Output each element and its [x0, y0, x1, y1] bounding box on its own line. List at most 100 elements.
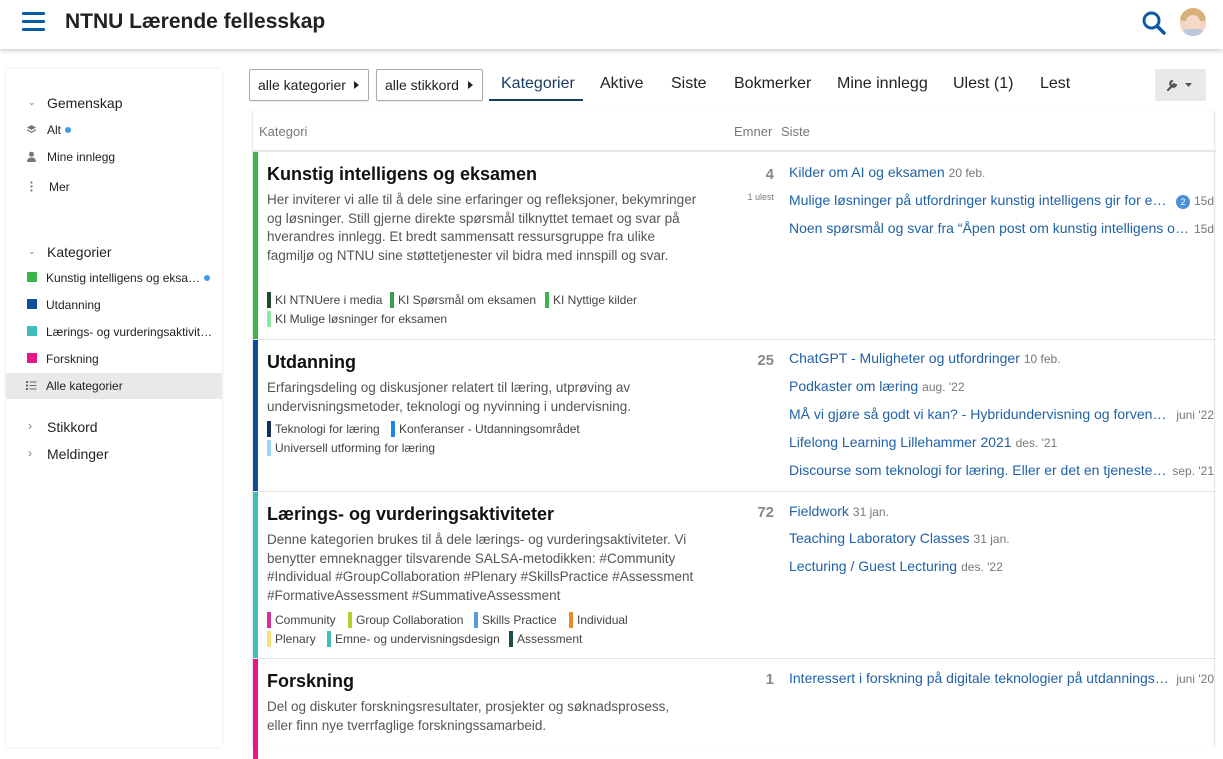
topic-count: 72 [757, 504, 774, 521]
tab-siste[interactable]: Siste [671, 75, 707, 93]
unread-count[interactable]: 1 ulest [747, 192, 774, 202]
subcategory-link[interactable]: KI Mulige løsninger for eksamen [267, 311, 447, 327]
category-title[interactable]: Utdanning [267, 352, 356, 373]
sidebar-section-meldinger[interactable]: › Meldinger [6, 443, 222, 467]
tab-mine-innlegg[interactable]: Mine innlegg [837, 75, 928, 93]
subcategory-link[interactable]: KI Spørsmål om eksamen [390, 292, 536, 308]
chevron-down-icon: ⌄ [28, 246, 36, 256]
subcategory-link[interactable]: KI NTNUere i media [267, 292, 382, 308]
category-color-bar [253, 492, 258, 658]
latest-topic[interactable]: MÅ vi gjøre så godt vi kan? - Hybridunde… [789, 406, 1214, 426]
subcategory-link[interactable]: Universell utforming for læring [267, 440, 435, 456]
latest-topic[interactable]: Lifelong Learning Lillehammer 2021 des. '… [789, 434, 1214, 454]
tab-ulest[interactable]: Ulest (1) [953, 75, 1013, 93]
admin-wrench-button[interactable] [1155, 69, 1206, 101]
sidebar-item-kunstig-intelligens[interactable]: Kunstig intelligens og eksa… [6, 265, 222, 291]
sidebar-item-label: Mine innlegg [47, 150, 116, 164]
top-header: NTNU Lærende fellesskap [0, 0, 1223, 49]
category-color-bar [253, 152, 258, 339]
sidebar-item-forskning[interactable]: Forskning [6, 346, 222, 372]
categories-table: Kategori Emner Siste Kunstig intelligens… [252, 111, 1216, 759]
subcategory-color [267, 311, 271, 327]
sidebar: ⌄ Gemenskap Alt Mine innlegg Mer ⌄ Kateg… [6, 69, 222, 747]
sidebar-item-mer[interactable]: Mer [6, 174, 222, 200]
subcategory-link[interactable]: Konferanser - Utdanningsområdet [391, 421, 580, 437]
column-header-topics[interactable]: Emner [734, 124, 772, 139]
subcategory-color [569, 612, 573, 628]
latest-topic[interactable]: Discourse som teknologi for læring. Elle… [789, 462, 1214, 482]
category-description: Erfaringsdeling og diskusjoner relatert … [267, 380, 631, 414]
column-header-latest[interactable]: Siste [781, 124, 810, 139]
latest-topic[interactable]: Lecturing / Guest Lecturing des. '22 [789, 558, 1214, 578]
subcategory-color [545, 292, 549, 308]
sidebar-item-label: Alt [47, 123, 62, 137]
tab-aktive[interactable]: Aktive [600, 75, 644, 93]
subcategory-link[interactable]: Community [267, 612, 336, 628]
sidebar-section-community[interactable]: ⌄ Gemenskap [6, 92, 222, 116]
section-label: Stikkord [47, 419, 98, 435]
dropdown-label: alle stikkord [385, 77, 459, 93]
sidebar-item-alt[interactable]: Alt [6, 117, 222, 143]
category-row: Forskning Del og diskuter forskningsresu… [253, 659, 1216, 759]
subcategory-link[interactable]: KI Nyttige kilder [545, 292, 637, 308]
category-dropdown[interactable]: alle kategorier [249, 69, 369, 101]
category-row: Utdanning Erfaringsdeling og diskusjoner… [253, 340, 1216, 492]
column-header-category[interactable]: Kategori [259, 124, 307, 139]
chevron-right-icon: › [28, 419, 32, 433]
category-row: Lærings- og vurderingsaktiviteter Denne … [253, 492, 1216, 659]
subcategory-link[interactable]: Individual [569, 612, 628, 628]
category-description: Her inviterer vi alle til å dele sine er… [267, 192, 697, 263]
latest-topic[interactable]: Mulige løsninger på utfordringer kunstig… [789, 192, 1214, 212]
sidebar-item-label: Lærings- og vurderingsaktivit… [46, 325, 213, 339]
category-color-bar [253, 340, 258, 491]
latest-topic[interactable]: Fieldwork 31 jan. [789, 503, 1214, 523]
sidebar-item-utdanning[interactable]: Utdanning [6, 292, 222, 318]
subcategory-color [509, 631, 513, 647]
subcategory-link[interactable]: Group Collaboration [348, 612, 463, 628]
topic-count: 25 [757, 352, 774, 369]
category-title[interactable]: Lærings- og vurderingsaktiviteter [267, 504, 554, 525]
sidebar-section-categories[interactable]: ⌄ Kategorier [6, 241, 222, 265]
subcategory-color [267, 421, 271, 437]
sidebar-item-mine-innlegg[interactable]: Mine innlegg [6, 144, 222, 170]
latest-topic[interactable]: Podkaster om læring aug. '22 [789, 378, 1214, 398]
latest-topic[interactable]: Kilder om AI og eksamen 20 feb. [789, 164, 1214, 184]
category-title[interactable]: Kunstig intelligens og eksamen [267, 164, 537, 185]
category-row: Kunstig intelligens og eksamen Her invit… [253, 152, 1216, 340]
tab-lest[interactable]: Lest [1040, 75, 1070, 93]
latest-topic[interactable]: Interessert i forskning på digitale tekn… [789, 670, 1214, 690]
dropdown-label: alle kategorier [258, 77, 346, 93]
unread-dot [65, 127, 72, 133]
tab-bokmerker[interactable]: Bokmerker [734, 75, 811, 93]
subcategory-link[interactable]: Emne- og undervisningsdesign [327, 631, 500, 647]
tag-dropdown[interactable]: alle stikkord [376, 69, 483, 101]
sidebar-item-laerings[interactable]: Lærings- og vurderingsaktivit… [6, 319, 222, 345]
wrench-icon [1166, 79, 1192, 92]
navigation-bar: alle kategorier alle stikkord Kategorier… [249, 69, 1209, 103]
sidebar-section-stikkord[interactable]: › Stikkord [6, 416, 222, 440]
avatar[interactable] [1180, 8, 1206, 36]
tab-kategorier[interactable]: Kategorier [501, 75, 575, 93]
subcategory-color [267, 612, 271, 628]
subcategory-link[interactable]: Assessment [509, 631, 582, 647]
unread-badge[interactable]: 2 [1176, 195, 1190, 209]
latest-topic[interactable]: Noen spørsmål og svar fra “Åpen post om … [789, 220, 1214, 240]
chevron-right-icon: › [28, 446, 32, 460]
subcategory-color [327, 631, 331, 647]
sidebar-item-label: Mer [49, 180, 70, 194]
subcategory-link[interactable]: Teknologi for læring [267, 421, 380, 437]
site-title[interactable]: NTNU Lærende fellesskap [65, 10, 325, 34]
category-title[interactable]: Forskning [267, 671, 354, 692]
subcategory-link[interactable]: Skills Practice [474, 612, 557, 628]
latest-topic[interactable]: Teaching Laboratory Classes 31 jan. [789, 530, 1214, 550]
search-icon[interactable] [1141, 10, 1167, 36]
hamburger-menu-icon[interactable] [22, 12, 45, 32]
latest-topic[interactable]: ChatGPT - Muligheter og utfordringer 10 f… [789, 350, 1214, 370]
sidebar-item-label: Utdanning [46, 298, 101, 312]
sidebar-item-alle-kategorier[interactable]: Alle kategorier [6, 373, 222, 399]
caret-right-icon [468, 81, 473, 89]
subcategory-link[interactable]: Plenary [267, 631, 316, 647]
section-label: Kategorier [47, 244, 112, 260]
topic-count: 1 [765, 671, 774, 688]
sidebar-item-label: Kunstig intelligens og eksa… [46, 271, 201, 285]
